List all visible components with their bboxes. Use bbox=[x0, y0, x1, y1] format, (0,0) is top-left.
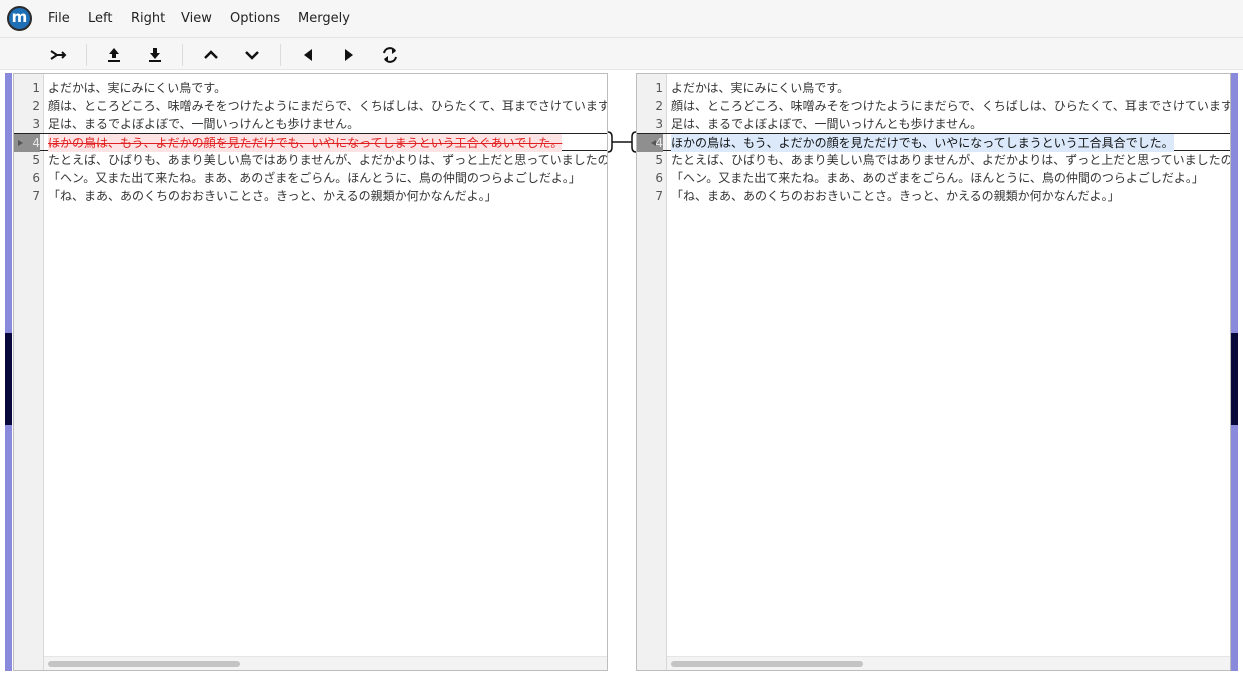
mergely-logo-icon[interactable]: m bbox=[7, 6, 32, 31]
line-number: 2 bbox=[655, 99, 663, 113]
right-editor-pane[interactable]: 1 よだかは、実にみにくい鳥です。 2 顔は、ところどころ、味噌みそをつけたようにま… bbox=[636, 73, 1231, 671]
upload-icon[interactable] bbox=[103, 44, 125, 66]
code-line[interactable]: 5 たとえば、ひばりも、あまり美しい鳥ではありませんが、よだかよりは、ずっと上だ… bbox=[14, 151, 607, 169]
line-number: 5 bbox=[32, 153, 40, 167]
code-line[interactable]: 6 「ヘン。又また出て来たね。まあ、あのざまをごらん。ほんとうに、鳥の仲間のつらよ… bbox=[637, 169, 1230, 187]
line-text: 「ヘン。又また出て来たね。まあ、あのざまをごらん。ほんとうに、鳥の仲間のつらよご… bbox=[671, 171, 1204, 185]
toolbar bbox=[0, 38, 1243, 70]
menu-file[interactable]: File bbox=[48, 10, 70, 28]
code-line[interactable]: 3 足は、まるでよぼよぼで、一間いっけんとも歩けません。 bbox=[14, 115, 607, 133]
line-number: 7 bbox=[655, 189, 663, 203]
code-line[interactable]: 4 ほかの鳥は、もう、よだかの顔を見ただけでも、いやになってしまうという工合具合… bbox=[637, 133, 1230, 152]
toolbar-separator bbox=[182, 44, 183, 66]
line-text: よだかは、実にみにくい鳥です。 bbox=[671, 81, 850, 95]
menu-bar: m File Left Right View Options Mergely bbox=[0, 0, 1243, 38]
change-marker-icon[interactable] bbox=[18, 140, 23, 146]
right-overview-margin[interactable] bbox=[1231, 73, 1238, 671]
line-text: 「ね、まあ、あのくちのおおきいことさ。きっと、かえるの親類か何かなんだよ。」 bbox=[671, 189, 1120, 203]
right-scroll-thumb[interactable] bbox=[671, 661, 863, 667]
diff-connector bbox=[607, 131, 637, 153]
line-text: 「ね、まあ、あのくちのおおきいことさ。きっと、かえるの親類か何かなんだよ。」 bbox=[48, 189, 497, 203]
toolbar-separator bbox=[280, 44, 281, 66]
line-text: よだかは、実にみにくい鳥です。 bbox=[48, 81, 227, 95]
left-editor-pane[interactable]: 1 よだかは、実にみにくい鳥です。 2 顔は、ところどころ、味噌みそをつけたようにま… bbox=[13, 73, 608, 671]
line-number: 7 bbox=[32, 189, 40, 203]
line-text: 「ヘン。又また出て来たね。まあ、あのざまをごらん。ほんとうに、鳥の仲間のつらよご… bbox=[48, 171, 581, 185]
code-line[interactable]: 2 顔は、ところどころ、味噌みそをつけたようにまだらで、くちばしは、ひらたくて、… bbox=[637, 97, 1230, 115]
code-line[interactable]: 7 「ね、まあ、あのくちのおおきいことさ。きっと、かえるの親類か何かなんだよ。」 bbox=[637, 187, 1230, 205]
left-margin-viewport[interactable] bbox=[5, 333, 12, 425]
code-line[interactable]: 2 顔は、ところどころ、味噌みそをつけたようにまだらで、くちばしは、ひらたくて、… bbox=[14, 97, 607, 115]
code-line[interactable]: 7 「ね、まあ、あのくちのおおきいことさ。きっと、かえるの親類か何かなんだよ。」 bbox=[14, 187, 607, 205]
chevron-up-icon[interactable] bbox=[200, 44, 222, 66]
arrow-left-icon[interactable] bbox=[297, 44, 319, 66]
left-horizontal-scrollbar[interactable] bbox=[44, 656, 607, 670]
merge-arrow-icon[interactable] bbox=[47, 44, 69, 66]
line-number: 3 bbox=[32, 117, 40, 131]
right-margin-viewport[interactable] bbox=[1231, 333, 1238, 425]
menu-view[interactable]: View bbox=[181, 10, 212, 28]
line-text: 足は、まるでよぼよぼで、一間いっけんとも歩けません。 bbox=[48, 117, 360, 131]
line-number: 5 bbox=[655, 153, 663, 167]
line-text: 顔は、ところどころ、味噌みそをつけたようにまだらで、くちばしは、ひらたくて、耳ま… bbox=[671, 99, 1231, 113]
line-number: 3 bbox=[655, 117, 663, 131]
line-text: 足は、まるでよぼよぼで、一間いっけんとも歩けません。 bbox=[671, 117, 983, 131]
menu-left[interactable]: Left bbox=[88, 10, 112, 28]
left-overview-margin[interactable] bbox=[5, 73, 12, 671]
code-line[interactable]: 1 よだかは、実にみにくい鳥です。 bbox=[637, 79, 1230, 97]
toolbar-separator bbox=[86, 44, 87, 66]
code-line[interactable]: 4 ほかの鳥は、もう、よだかの顔を見ただけでも、いやになってしまうという工合ぐあ… bbox=[14, 133, 607, 152]
menu-mergely[interactable]: Mergely bbox=[298, 10, 350, 28]
line-text: ほかの鳥は、もう、よだかの顔を見ただけでも、いやになってしまうという工合ぐあいで… bbox=[48, 134, 563, 152]
change-marker-icon[interactable] bbox=[651, 140, 656, 146]
line-text: たとえば、ひばりも、あまり美しい鳥ではありませんが、よだかよりは、ずっと上だと思… bbox=[671, 153, 1231, 167]
line-text: 顔は、ところどころ、味噌みそをつけたようにまだらで、くちばしは、ひらたくて、耳ま… bbox=[48, 99, 608, 113]
code-line[interactable]: 3 足は、まるでよぼよぼで、一間いっけんとも歩けません。 bbox=[637, 115, 1230, 133]
swap-icon[interactable] bbox=[379, 44, 401, 66]
code-line[interactable]: 5 たとえば、ひばりも、あまり美しい鳥ではありませんが、よだかよりは、ずっと上だ… bbox=[637, 151, 1230, 169]
line-number: 6 bbox=[655, 171, 663, 185]
line-number: 2 bbox=[32, 99, 40, 113]
line-text: たとえば、ひばりも、あまり美しい鳥ではありませんが、よだかよりは、ずっと上だと思… bbox=[48, 153, 608, 167]
code-line[interactable]: 6 「ヘン。又また出て来たね。まあ、あのざまをごらん。ほんとうに、鳥の仲間のつらよ… bbox=[14, 169, 607, 187]
mergely-window: m File Left Right View Options Mergely 1… bbox=[0, 0, 1243, 683]
menu-options[interactable]: Options bbox=[230, 10, 280, 28]
line-text: ほかの鳥は、もう、よだかの顔を見ただけでも、いやになってしまうという工合具合でし… bbox=[671, 134, 1174, 152]
chevron-down-icon[interactable] bbox=[241, 44, 263, 66]
line-number: 1 bbox=[655, 81, 663, 95]
right-horizontal-scrollbar[interactable] bbox=[667, 656, 1230, 670]
left-scroll-thumb[interactable] bbox=[48, 661, 240, 667]
line-number: 6 bbox=[32, 171, 40, 185]
code-line[interactable]: 1 よだかは、実にみにくい鳥です。 bbox=[14, 79, 607, 97]
download-icon[interactable] bbox=[144, 44, 166, 66]
arrow-right-icon[interactable] bbox=[338, 44, 360, 66]
menu-right[interactable]: Right bbox=[131, 10, 165, 28]
line-number: 1 bbox=[32, 81, 40, 95]
line-number: 4 bbox=[637, 134, 663, 152]
